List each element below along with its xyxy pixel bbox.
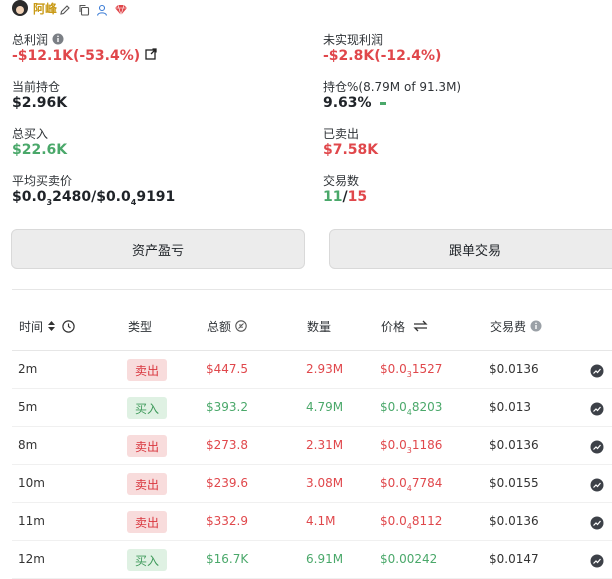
col-price: 价格 (381, 318, 428, 335)
chart-link-icon[interactable] (590, 477, 604, 492)
info-icon[interactable] (530, 320, 542, 335)
unrealized-profit-label: 未实现利润 (323, 33, 384, 47)
current-holding-label: 当前持仓 (12, 80, 61, 94)
col-quantity: 数量 (307, 320, 332, 334)
table-row[interactable]: 5m 买入 $393.2 4.79M $0.048203 $0.013 (12, 389, 612, 427)
chart-link-icon[interactable] (590, 515, 604, 530)
total-profit-value: -$12.1K(-53.4%) (12, 48, 157, 64)
col-time[interactable]: 时间 (19, 318, 75, 336)
row-amount: $273.8 (206, 438, 248, 452)
trade-type-badge: 卖出 (127, 511, 167, 533)
chart-link-icon[interactable] (590, 363, 604, 378)
trades-value: 11/15 (323, 189, 368, 205)
copy-trade-button[interactable]: 跟单交易 (329, 229, 612, 269)
col-type: 类型 (128, 320, 153, 334)
trade-type-badge: 买入 (127, 397, 167, 419)
row-quantity: 4.1M (306, 514, 336, 528)
trade-type-badge: 买入 (127, 549, 167, 571)
row-price: $0.047784 (380, 476, 443, 493)
chart-link-icon[interactable] (590, 401, 604, 416)
trade-type-badge: 卖出 (127, 473, 167, 495)
row-amount: $447.5 (206, 362, 248, 376)
row-price: $0.048203 (380, 400, 443, 417)
user-icon[interactable] (96, 1, 108, 20)
chart-link-icon[interactable] (590, 439, 604, 454)
avatar[interactable] (12, 0, 28, 16)
row-price: $0.048112 (380, 514, 443, 531)
holding-pct-value: 9.63% (323, 95, 387, 111)
sold-label: 已卖出 (323, 127, 360, 141)
sort-icon[interactable] (47, 320, 56, 335)
row-time: 5m (18, 400, 38, 414)
table-row[interactable]: 11m 卖出 $332.9 4.1M $0.048112 $0.0136 (12, 503, 612, 541)
row-quantity: 2.93M (306, 362, 344, 376)
edit-icon[interactable] (59, 1, 71, 20)
row-amount: $393.2 (206, 400, 248, 414)
row-quantity: 2.31M (306, 438, 344, 452)
trade-type-badge: 卖出 (127, 435, 167, 457)
total-profit-label: 总利润 (12, 31, 64, 48)
row-fee: $0.0147 (489, 552, 539, 566)
avg-price-label: 平均买卖价 (12, 174, 73, 188)
row-amount: $239.6 (206, 476, 248, 490)
table-row[interactable]: 2m 卖出 $447.5 2.93M $0.031527 $0.0136 (12, 351, 612, 389)
table-row[interactable]: 10m 卖出 $239.6 3.08M $0.047784 $0.0155 (12, 465, 612, 503)
sold-value: $7.58K (323, 142, 379, 158)
avg-price-value: $0.032480/$0.049191 (12, 189, 176, 207)
holding-bar-icon (380, 101, 387, 105)
trade-type-badge: 卖出 (127, 359, 167, 381)
row-time: 8m (18, 438, 38, 452)
current-holding-value: $2.96K (12, 95, 68, 111)
gem-icon (114, 1, 128, 20)
row-price: $0.031186 (380, 438, 443, 455)
external-link-icon[interactable] (145, 48, 157, 64)
copy-icon[interactable] (78, 1, 90, 20)
row-quantity: 3.08M (306, 476, 344, 490)
col-fee: 交易费 (490, 318, 542, 335)
chart-link-icon[interactable] (590, 553, 604, 568)
row-price: $0.00242 (380, 552, 438, 566)
row-time: 12m (18, 552, 45, 566)
row-fee: $0.0136 (489, 514, 539, 528)
row-amount: $16.7K (206, 552, 249, 566)
row-amount: $332.9 (206, 514, 248, 528)
table-row[interactable]: 12m 买入 $16.7K 6.91M $0.00242 $0.0147 (12, 541, 612, 579)
unrealized-profit-value: -$2.8K(-12.4%) (323, 48, 442, 64)
total-bought-label: 总买入 (12, 127, 49, 141)
row-price: $0.031527 (380, 362, 443, 379)
col-amount: 总额 (207, 318, 247, 335)
row-quantity: 4.79M (306, 400, 344, 414)
clock-icon[interactable] (61, 319, 75, 336)
row-quantity: 6.91M (306, 552, 344, 566)
holding-pct-label: 持仓%(8.79M of 91.3M) (323, 80, 462, 94)
row-time: 10m (18, 476, 45, 490)
dollar-circle-icon[interactable] (235, 320, 247, 335)
row-fee: $0.0136 (489, 438, 539, 452)
swap-icon[interactable] (413, 320, 428, 335)
row-fee: $0.0155 (489, 476, 539, 490)
row-fee: $0.0136 (489, 362, 539, 376)
table-row[interactable]: 8m 卖出 $273.8 2.31M $0.031186 $0.0136 (12, 427, 612, 465)
row-fee: $0.013 (489, 400, 531, 414)
trades-label: 交易数 (323, 174, 360, 188)
row-time: 2m (18, 362, 38, 376)
info-icon[interactable] (52, 33, 64, 48)
username[interactable]: 阿峰 (33, 0, 57, 17)
row-time: 11m (18, 514, 45, 528)
asset-pnl-button[interactable]: 资产盈亏 (11, 229, 305, 269)
total-bought-value: $22.6K (12, 142, 68, 158)
